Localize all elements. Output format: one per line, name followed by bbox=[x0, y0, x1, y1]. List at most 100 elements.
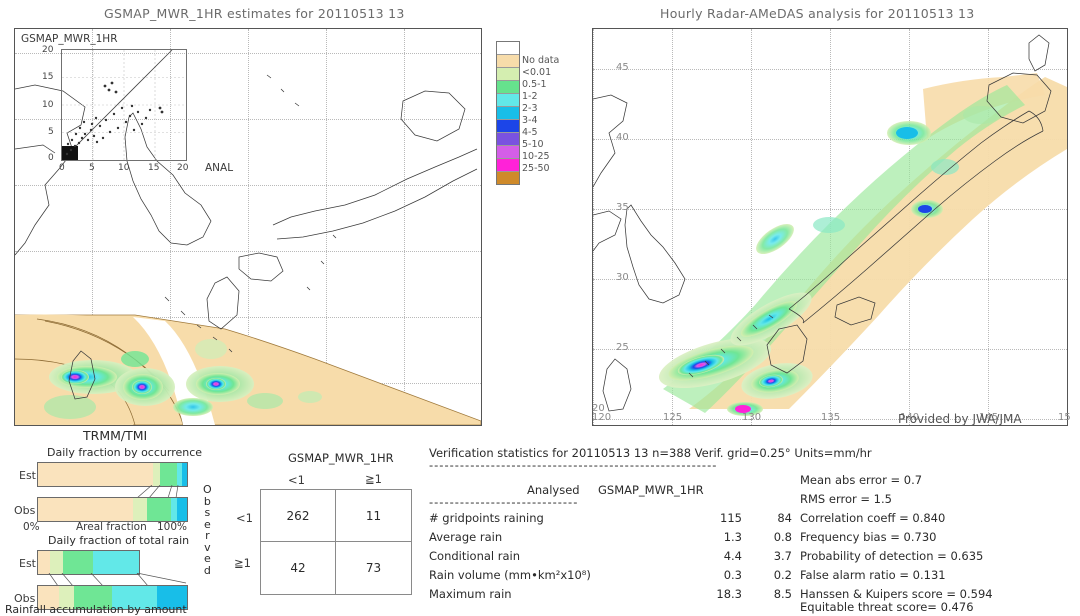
bar-segment bbox=[92, 551, 139, 574]
legend-swatch bbox=[497, 94, 519, 107]
legend-swatch bbox=[497, 55, 519, 68]
legend-swatch bbox=[497, 133, 519, 146]
legend-label: No data bbox=[522, 55, 560, 66]
legend-swatch bbox=[497, 107, 519, 120]
score-rms-error: RMS error = 1.5 bbox=[800, 492, 892, 506]
bar-segment bbox=[146, 498, 171, 521]
legend-label: 1-2 bbox=[522, 91, 538, 102]
verification-row-analysed: 4.4 bbox=[723, 549, 742, 563]
scatter-inset-title: GSMAP_MWR_1HR bbox=[21, 33, 118, 45]
verification-row-analysed: 115 bbox=[720, 511, 742, 525]
occurrence-axis-max: 100% bbox=[157, 521, 188, 533]
verification-row-analysed: 18.3 bbox=[716, 587, 742, 601]
left-map-panel: GSMAP_MWR_1HR 20 15 10 5 0 0 5 10 15 20 … bbox=[14, 28, 482, 426]
occurrence-row-label-obs: Obs bbox=[14, 504, 36, 517]
score-probability-of-detection: Probability of detection = 0.635 bbox=[800, 549, 984, 563]
vchar: d bbox=[203, 563, 211, 577]
total-rain-chart-title: Daily fraction of total rain bbox=[48, 534, 190, 547]
total-rain-axis-label: Rainfall accumulation by amount bbox=[5, 603, 187, 616]
bar-segment bbox=[63, 551, 93, 574]
right-xtick: 120 bbox=[592, 412, 612, 423]
occurrence-row-label-est: Est bbox=[19, 469, 36, 482]
vchar: e bbox=[203, 552, 211, 565]
contingency-cell: 11 bbox=[336, 490, 411, 542]
legend-swatch bbox=[497, 81, 519, 94]
contingency-row-axis-label: O b s e r v e d bbox=[203, 484, 212, 576]
contingency-col-header: ≧1 bbox=[365, 472, 382, 486]
legend-label: 25-50 bbox=[522, 163, 550, 174]
verification-sub-divider: ----------------------------- bbox=[429, 495, 579, 509]
score-frequency-bias: Frequency bias = 0.730 bbox=[800, 530, 937, 544]
right-map-panel bbox=[592, 28, 1068, 426]
contingency-cell: 262 bbox=[261, 490, 336, 542]
verification-row-name: Maximum rain bbox=[429, 587, 512, 601]
scatter-xtick: 5 bbox=[89, 163, 95, 173]
right-xtick: 130 bbox=[742, 412, 762, 423]
legend-swatch bbox=[497, 120, 519, 133]
scatter-xaxis-label: ANAL bbox=[205, 162, 234, 174]
scatter-xtick: 20 bbox=[177, 163, 189, 173]
legend-swatch bbox=[497, 172, 519, 184]
verification-row-name: Average rain bbox=[429, 530, 503, 544]
legend-label: 10-25 bbox=[522, 151, 550, 162]
vchar: O bbox=[203, 483, 212, 496]
verification-divider: ----------------------------------------… bbox=[429, 458, 718, 472]
verification-row-name: # gridpoints raining bbox=[429, 511, 544, 525]
legend-label: 2-3 bbox=[522, 103, 538, 114]
legend-label: <0.01 bbox=[522, 67, 552, 78]
bar-segment bbox=[152, 463, 161, 486]
scatter-inset-graphics bbox=[62, 50, 186, 160]
map-credit: Provided by JWA/JMA bbox=[898, 412, 1022, 426]
legend-swatch bbox=[497, 42, 519, 55]
scatter-ytick: 5 bbox=[48, 127, 54, 137]
right-map-graphics bbox=[593, 34, 1067, 416]
score-mean-abs-error: Mean abs error = 0.7 bbox=[800, 473, 923, 487]
right-xtick: 15 bbox=[1058, 412, 1071, 423]
verification-row-estimate: 0.8 bbox=[773, 530, 792, 544]
verification-row-analysed: 1.3 bbox=[723, 530, 742, 544]
legend-label: 0.5-1 bbox=[522, 79, 547, 90]
bar-segment bbox=[50, 551, 64, 574]
right-panel-title: Hourly Radar-AMeDAS analysis for 2011051… bbox=[660, 6, 975, 21]
bar-segment bbox=[38, 463, 153, 486]
score-hanssen-kuipers: Hanssen & Kuipers score = 0.594 bbox=[800, 587, 993, 601]
right-xtick: 135 bbox=[821, 412, 841, 423]
score-false-alarm-ratio: False alarm ratio = 0.131 bbox=[800, 568, 946, 582]
contingency-cell: 73 bbox=[365, 561, 382, 575]
legend-swatch bbox=[497, 68, 519, 81]
source-label: TRMM/TMI bbox=[83, 428, 148, 443]
verification-row-estimate: 84 bbox=[777, 511, 792, 525]
verification-row-name: Conditional rain bbox=[429, 549, 521, 563]
contingency-cell: 42 bbox=[261, 542, 336, 594]
right-ytick: 25 bbox=[616, 342, 629, 353]
verification-row-estimate: 3.7 bbox=[773, 549, 792, 563]
verification-col-header-estimate: GSMAP_MWR_1HR bbox=[598, 483, 704, 497]
color-legend bbox=[496, 41, 520, 185]
verification-row-estimate: 0.2 bbox=[773, 568, 792, 582]
vchar: r bbox=[205, 529, 210, 542]
scatter-ytick: 20 bbox=[42, 45, 54, 55]
legend-swatch bbox=[497, 146, 519, 159]
scatter-xtick: 10 bbox=[118, 163, 130, 173]
occurrence-chart-title: Daily fraction by occurrence bbox=[47, 446, 203, 459]
verification-row-analysed: 0.3 bbox=[723, 568, 742, 582]
contingency-col-header: <1 bbox=[288, 473, 305, 487]
total-rain-row-label-est: Est bbox=[19, 557, 36, 570]
legend-label: 5-10 bbox=[522, 139, 544, 150]
total-rain-bar-est bbox=[37, 550, 140, 575]
score-correlation-coeff: Correlation coeff = 0.840 bbox=[800, 511, 946, 525]
contingency-row-header: ≧1 bbox=[234, 556, 251, 570]
occurrence-bar-obs bbox=[37, 497, 188, 522]
scatter-ytick: 10 bbox=[42, 100, 54, 110]
bar-segment bbox=[133, 498, 147, 521]
bar-segment bbox=[38, 551, 51, 574]
legend-label: 3-4 bbox=[522, 115, 538, 126]
contingency-title: GSMAP_MWR_1HR bbox=[288, 451, 394, 465]
scatter-xtick: 15 bbox=[148, 163, 160, 173]
bar-segment bbox=[160, 463, 177, 486]
right-ytick: 45 bbox=[616, 62, 629, 73]
scatter-ytick: 15 bbox=[42, 72, 54, 82]
right-xtick: 125 bbox=[663, 412, 683, 423]
legend-swatch bbox=[497, 159, 519, 172]
occurrence-bar-est bbox=[37, 462, 188, 487]
